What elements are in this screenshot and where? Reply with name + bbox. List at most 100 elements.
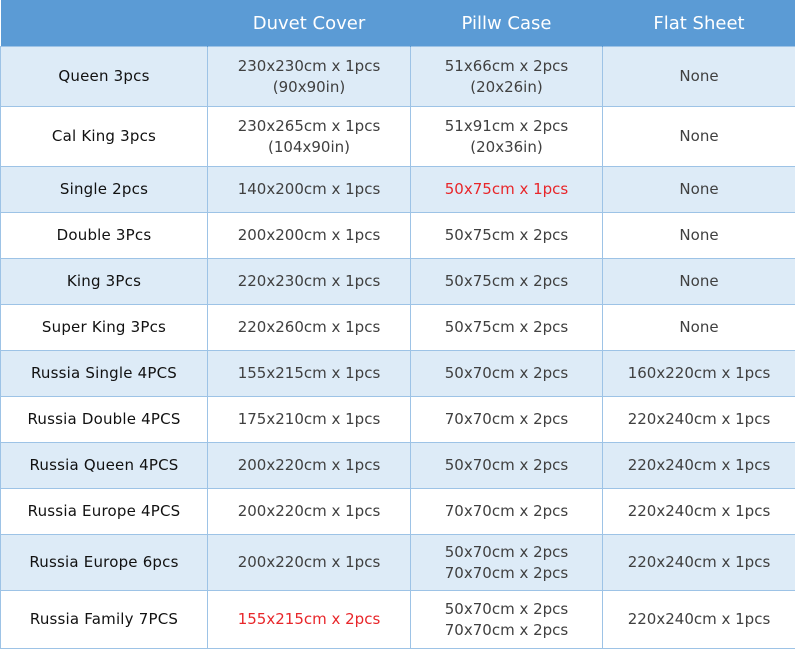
flat-cell: None	[603, 259, 795, 305]
duvet-cell-line: (90x90in)	[210, 77, 408, 98]
duvet-cell-line: 200x220cm x 1pcs	[210, 455, 408, 476]
flat-cell-line: 220x240cm x 1pcs	[605, 455, 793, 476]
table-row: Queen 3pcs230x230cm x 1pcs(90x90in)51x66…	[1, 47, 795, 107]
flat-cell: 220x240cm x 1pcs	[603, 591, 795, 649]
table-row: Russia Double 4PCS175x210cm x 1pcs70x70c…	[1, 397, 795, 443]
corner-header	[1, 0, 208, 47]
set-name-cell: Russia Single 4PCS	[1, 351, 208, 397]
duvet-cell-line: (104x90in)	[210, 137, 408, 158]
pillow-cell-line: (20x36in)	[413, 137, 600, 158]
flat-cell: None	[603, 305, 795, 351]
pillow-cell-line: 50x70cm x 2pcs	[413, 363, 600, 384]
flat-cell-line: None	[605, 126, 793, 147]
table-row: Russia Single 4PCS155x215cm x 1pcs50x70c…	[1, 351, 795, 397]
bedding-size-table: Duvet Cover Pillw Case Flat Sheet Queen …	[0, 0, 795, 649]
table-body: Queen 3pcs230x230cm x 1pcs(90x90in)51x66…	[1, 47, 795, 649]
pillow-cell: 50x70cm x 2pcs70x70cm x 2pcs	[411, 591, 603, 649]
flat-cell: 220x240cm x 1pcs	[603, 535, 795, 591]
pillow-cell-line: 70x70cm x 2pcs	[413, 501, 600, 522]
set-name-cell: Queen 3pcs	[1, 47, 208, 107]
header-row: Duvet Cover Pillw Case Flat Sheet	[1, 0, 795, 47]
table-row: Double 3Pcs200x200cm x 1pcs50x75cm x 2pc…	[1, 213, 795, 259]
flat-cell: None	[603, 107, 795, 167]
flat-cell: None	[603, 167, 795, 213]
set-name-cell: Russia Europe 6pcs	[1, 535, 208, 591]
flat-cell: 220x240cm x 1pcs	[603, 397, 795, 443]
pillow-cell-line: 51x66cm x 2pcs	[413, 56, 600, 77]
table-row: Russia Europe 6pcs200x220cm x 1pcs50x70c…	[1, 535, 795, 591]
set-name-cell: Russia Queen 4PCS	[1, 443, 208, 489]
pillow-cell: 50x75cm x 1pcs	[411, 167, 603, 213]
pillow-cell-line: 50x75cm x 1pcs	[413, 179, 600, 200]
duvet-cell-line: 155x215cm x 2pcs	[210, 609, 408, 630]
pillow-cell: 50x75cm x 2pcs	[411, 259, 603, 305]
flat-cell-line: None	[605, 179, 793, 200]
pillow-cell: 70x70cm x 2pcs	[411, 489, 603, 535]
pillow-cell: 50x75cm x 2pcs	[411, 213, 603, 259]
table-row: King 3Pcs220x230cm x 1pcs50x75cm x 2pcsN…	[1, 259, 795, 305]
set-name-cell: Super King 3Pcs	[1, 305, 208, 351]
duvet-cell: 200x200cm x 1pcs	[208, 213, 411, 259]
duvet-cell-line: 200x200cm x 1pcs	[210, 225, 408, 246]
flat-cell: None	[603, 47, 795, 107]
table-row: Russia Queen 4PCS200x220cm x 1pcs50x70cm…	[1, 443, 795, 489]
duvet-cell-line: 220x230cm x 1pcs	[210, 271, 408, 292]
set-name-cell: Russia Europe 4PCS	[1, 489, 208, 535]
duvet-cell: 230x230cm x 1pcs(90x90in)	[208, 47, 411, 107]
duvet-cell: 140x200cm x 1pcs	[208, 167, 411, 213]
flat-cell-line: 220x240cm x 1pcs	[605, 501, 793, 522]
pillow-cell-line: 50x75cm x 2pcs	[413, 271, 600, 292]
flat-cell: None	[603, 213, 795, 259]
pillow-cell: 50x70cm x 2pcs70x70cm x 2pcs	[411, 535, 603, 591]
duvet-cell: 200x220cm x 1pcs	[208, 443, 411, 489]
table-row: Russia Family 7PCS155x215cm x 2pcs50x70c…	[1, 591, 795, 649]
flat-cell-line: None	[605, 66, 793, 87]
pillow-cell-line: 50x70cm x 2pcs	[413, 542, 600, 563]
duvet-cell: 200x220cm x 1pcs	[208, 489, 411, 535]
pillow-cell-line: 50x70cm x 2pcs	[413, 599, 600, 620]
duvet-cell: 155x215cm x 2pcs	[208, 591, 411, 649]
pillow-cell: 51x91cm x 2pcs(20x36in)	[411, 107, 603, 167]
pillow-cell-line: 51x91cm x 2pcs	[413, 116, 600, 137]
duvet-cell: 200x220cm x 1pcs	[208, 535, 411, 591]
pillow-cell-line: 70x70cm x 2pcs	[413, 620, 600, 641]
duvet-cell-line: 220x260cm x 1pcs	[210, 317, 408, 338]
set-name-cell: Russia Family 7PCS	[1, 591, 208, 649]
flat-cell-line: 220x240cm x 1pcs	[605, 409, 793, 430]
table-row: Cal King 3pcs230x265cm x 1pcs(104x90in)5…	[1, 107, 795, 167]
pillow-cell: 51x66cm x 2pcs(20x26in)	[411, 47, 603, 107]
duvet-cell-line: 200x220cm x 1pcs	[210, 501, 408, 522]
duvet-cell-line: 175x210cm x 1pcs	[210, 409, 408, 430]
set-name-cell: Russia Double 4PCS	[1, 397, 208, 443]
pillow-cell: 50x70cm x 2pcs	[411, 351, 603, 397]
flat-cell-line: None	[605, 225, 793, 246]
pillow-cell-line: 70x70cm x 2pcs	[413, 563, 600, 584]
set-name-cell: King 3Pcs	[1, 259, 208, 305]
table-row: Russia Europe 4PCS200x220cm x 1pcs70x70c…	[1, 489, 795, 535]
duvet-cell: 220x260cm x 1pcs	[208, 305, 411, 351]
pillow-cell: 50x75cm x 2pcs	[411, 305, 603, 351]
duvet-cell-line: 140x200cm x 1pcs	[210, 179, 408, 200]
pillow-cell-line: 50x75cm x 2pcs	[413, 317, 600, 338]
table-row: Super King 3Pcs220x260cm x 1pcs50x75cm x…	[1, 305, 795, 351]
duvet-cell-line: 230x230cm x 1pcs	[210, 56, 408, 77]
duvet-cover-header: Duvet Cover	[208, 0, 411, 47]
flat-cell: 220x240cm x 1pcs	[603, 489, 795, 535]
duvet-cell-line: 155x215cm x 1pcs	[210, 363, 408, 384]
table-row: Single 2pcs140x200cm x 1pcs50x75cm x 1pc…	[1, 167, 795, 213]
pillow-cell-line: 50x75cm x 2pcs	[413, 225, 600, 246]
pillow-cell-line: 70x70cm x 2pcs	[413, 409, 600, 430]
duvet-cell-line: 200x220cm x 1pcs	[210, 552, 408, 573]
set-name-cell: Cal King 3pcs	[1, 107, 208, 167]
duvet-cell: 155x215cm x 1pcs	[208, 351, 411, 397]
flat-cell: 160x220cm x 1pcs	[603, 351, 795, 397]
flat-cell-line: 160x220cm x 1pcs	[605, 363, 793, 384]
duvet-cell: 175x210cm x 1pcs	[208, 397, 411, 443]
pillow-cell-line: 50x70cm x 2pcs	[413, 455, 600, 476]
pillow-cell: 50x70cm x 2pcs	[411, 443, 603, 489]
duvet-cell-line: 230x265cm x 1pcs	[210, 116, 408, 137]
pillow-case-header: Pillw Case	[411, 0, 603, 47]
flat-cell: 220x240cm x 1pcs	[603, 443, 795, 489]
flat-cell-line: None	[605, 317, 793, 338]
flat-cell-line: None	[605, 271, 793, 292]
